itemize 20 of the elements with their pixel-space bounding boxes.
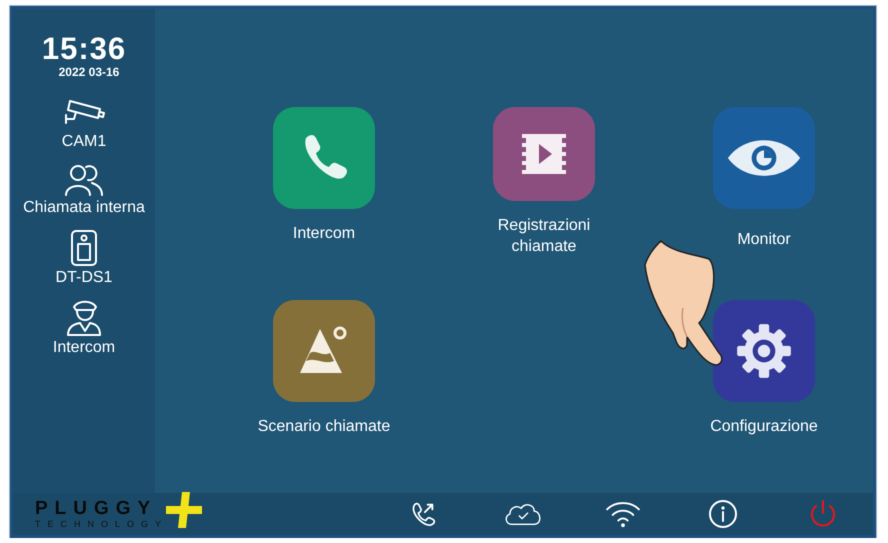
- app-label: Registrazioni chiamate: [496, 216, 592, 257]
- app-label: Monitor: [736, 230, 792, 250]
- security-guard-icon: [64, 299, 104, 337]
- people-icon: [64, 163, 104, 197]
- brand-tagline: TECHNOLOGY: [35, 519, 168, 529]
- app-launcher[interactable]: Registrazioni chiamate: [433, 107, 655, 257]
- sidebar-item[interactable]: CAM1: [62, 97, 106, 151]
- brand-name: PLUGGY: [35, 499, 158, 519]
- sidebar-item[interactable]: DT-DS1: [56, 229, 112, 287]
- app-label: Scenario chiamate: [256, 417, 392, 437]
- app-launcher[interactable]: Scenario chiamate: [215, 300, 433, 450]
- sidebar-item[interactable]: Chiamata interna: [23, 163, 145, 217]
- app-label: Configurazione: [709, 417, 819, 437]
- app-launcher[interactable]: Intercom: [215, 107, 433, 257]
- app-launcher[interactable]: Monitor: [655, 107, 873, 257]
- app-label: Intercom: [292, 224, 356, 244]
- clock-date: 2022 03-16: [58, 65, 120, 79]
- sidebar-item[interactable]: Intercom: [52, 299, 116, 357]
- door-station-icon: [70, 229, 98, 267]
- clock-time: 15:36: [42, 33, 126, 65]
